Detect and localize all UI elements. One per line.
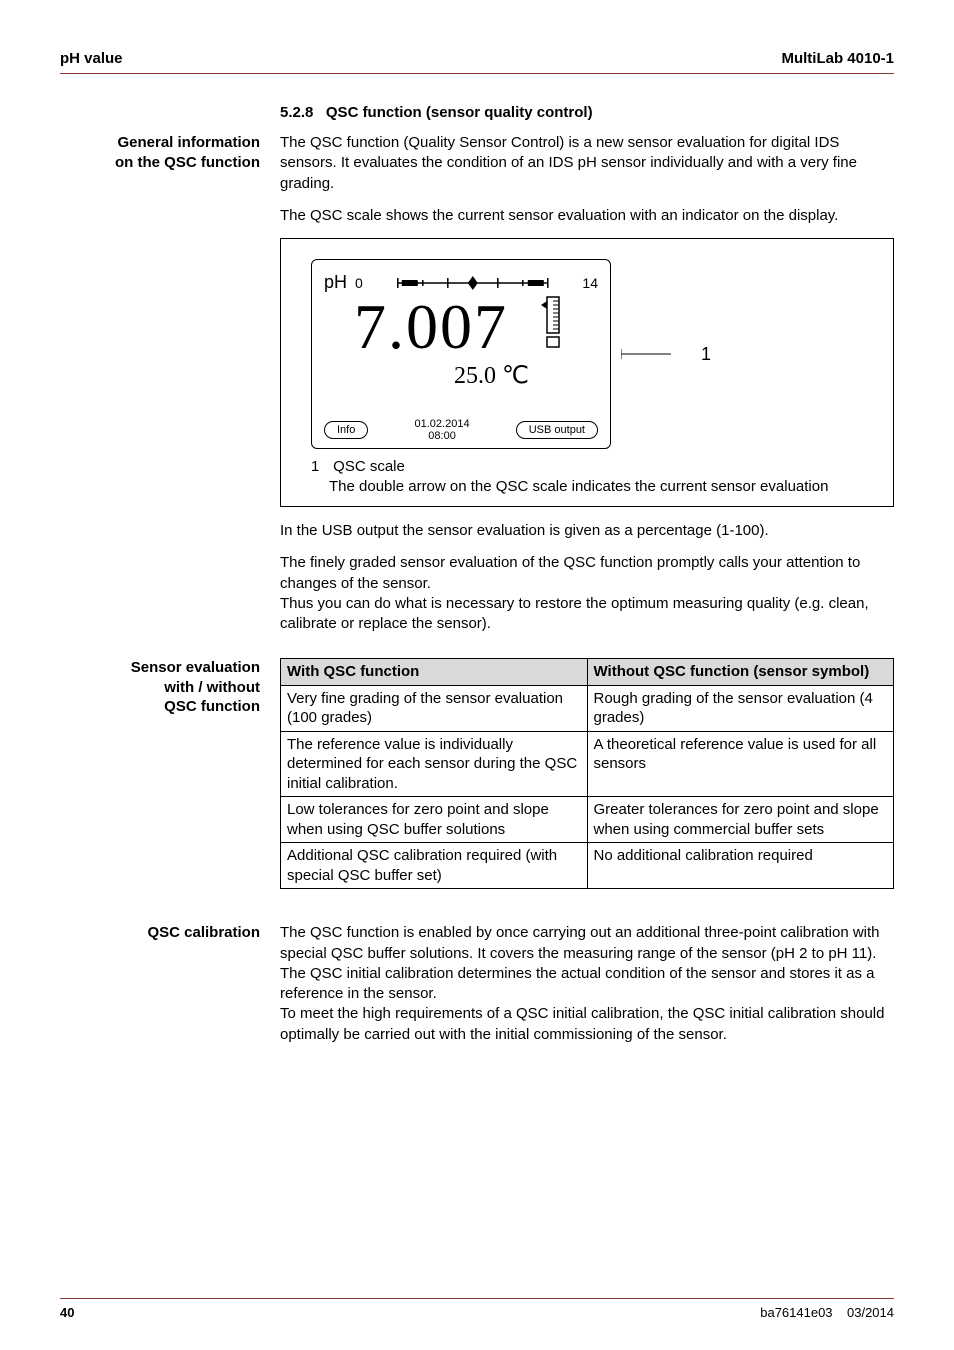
label-sensor-eval-l2: with / without	[164, 679, 260, 696]
table-row: Additional QSC calibration required (wit…	[281, 843, 894, 889]
qsc-sensor-icon	[539, 295, 563, 349]
fig-caption-title: QSC scale	[333, 458, 405, 475]
table-row: The reference value is individually dete…	[281, 731, 894, 797]
label-general-info: General information on the QSC function	[60, 133, 280, 172]
fig-caption-desc: The double arrow on the QSC scale indica…	[329, 477, 873, 497]
header-left: pH value	[60, 50, 123, 67]
cell-without: Rough grading of the sensor evaluation (…	[587, 685, 894, 731]
header-right: MultiLab 4010-1	[781, 50, 894, 67]
label-sensor-eval-l1: Sensor evaluation	[131, 659, 260, 676]
scale-max: 14	[582, 275, 598, 291]
footer-rule	[60, 1298, 894, 1299]
footer-date: 03/2014	[847, 1305, 894, 1320]
scale-min: 0	[355, 275, 363, 291]
cell-with: Low tolerances for zero point and slope …	[281, 797, 588, 843]
after-fig-p1: In the USB output the sensor evaluation …	[280, 521, 894, 541]
cell-with: Additional QSC calibration required (wit…	[281, 843, 588, 889]
ph-label: pH	[324, 272, 347, 293]
lcd-date: 01.02.2014	[415, 418, 470, 430]
th-with-qsc: With QSC function	[281, 659, 588, 686]
table-row: Very fine grading of the sensor evaluati…	[281, 685, 894, 731]
callout-number: 1	[701, 344, 711, 365]
section-heading: 5.2.8 QSC function (sensor quality contr…	[280, 104, 894, 121]
lcd-time: 08:00	[428, 430, 456, 442]
label-sensor-eval-l3: QSC function	[164, 698, 260, 715]
label-general-info-l1: General information	[117, 134, 260, 151]
section-number: 5.2.8	[280, 104, 313, 121]
softkey-usb-output: USB output	[516, 421, 598, 439]
general-info-p2: The QSC scale shows the current sensor e…	[280, 206, 894, 226]
th-without-qsc: Without QSC function (sensor symbol)	[587, 659, 894, 686]
softkey-info: Info	[324, 421, 368, 439]
figure-box: pH 0 14	[280, 238, 894, 507]
cell-with: Very fine grading of the sensor evaluati…	[281, 685, 588, 731]
cell-without: No additional calibration required	[587, 843, 894, 889]
footer-doc-id: ba76141e03	[760, 1305, 832, 1320]
callout-line-icon	[621, 304, 691, 404]
page-number: 40	[60, 1305, 74, 1320]
cell-without: Greater tolerances for zero point and sl…	[587, 797, 894, 843]
ph-scale-icon	[371, 275, 575, 291]
ph-reading: 7.007	[354, 295, 529, 359]
header-rule	[60, 73, 894, 74]
fig-caption-num: 1	[311, 457, 329, 477]
section-title: QSC function (sensor quality control)	[326, 104, 593, 121]
label-sensor-evaluation: Sensor evaluation with / without QSC fun…	[60, 658, 280, 717]
cell-without: A theoretical reference value is used fo…	[587, 731, 894, 797]
general-info-p1: The QSC function (Quality Sensor Control…	[280, 133, 894, 194]
page-footer: 40 ba76141e03 03/2014	[60, 1298, 894, 1320]
after-fig-p3: Thus you can do what is necessary to res…	[280, 594, 894, 635]
table-row: Low tolerances for zero point and slope …	[281, 797, 894, 843]
qsc-calibration-p2: To meet the high requirements of a QSC i…	[280, 1004, 894, 1045]
qsc-calibration-p1: The QSC function is enabled by once carr…	[280, 923, 894, 1004]
cell-with: The reference value is individually dete…	[281, 731, 588, 797]
temperature-reading: 25.0 ℃	[454, 361, 529, 390]
lcd-datetime: 01.02.2014 08:00	[415, 418, 470, 442]
qsc-comparison-table: With QSC function Without QSC function (…	[280, 658, 894, 889]
label-general-info-l2: on the QSC function	[115, 154, 260, 171]
lcd-screen: pH 0 14	[311, 259, 611, 449]
after-fig-p2: The finely graded sensor evaluation of t…	[280, 553, 894, 594]
label-qsc-calibration: QSC calibration	[60, 923, 280, 943]
